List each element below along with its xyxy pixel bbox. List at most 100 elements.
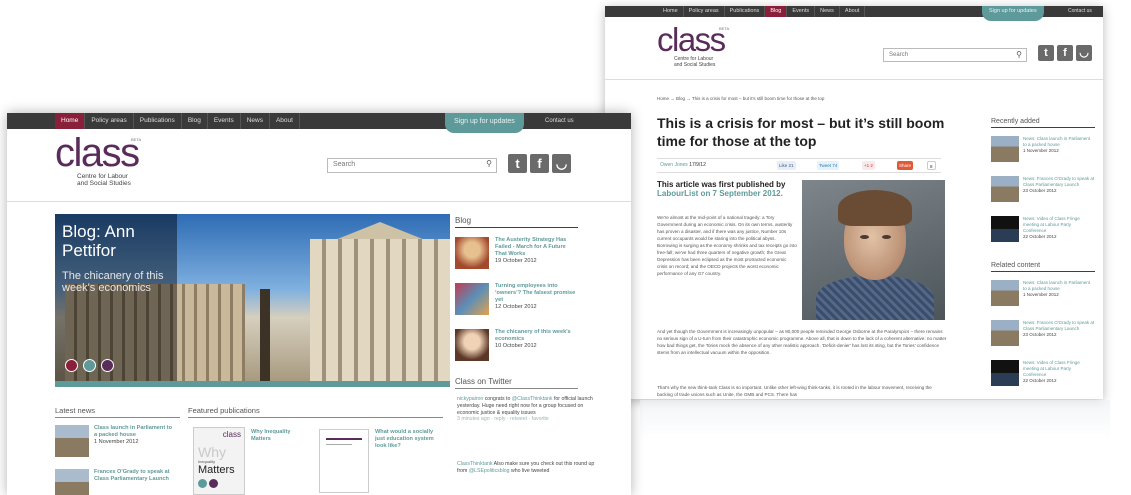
article-paragraph-2: And yet though the Government is increas…: [657, 329, 947, 355]
logo[interactable]: class: [657, 22, 726, 58]
nav-news[interactable]: News: [241, 113, 270, 129]
logo[interactable]: class: [55, 131, 140, 175]
tweet-handle[interactable]: ClassThinktank: [457, 461, 492, 467]
like-label: Like: [779, 163, 788, 168]
tweet-meta[interactable]: 3 minutes ago · reply · retweet · favori…: [457, 416, 597, 423]
search-placeholder: Search: [889, 52, 909, 58]
related-title[interactable]: News: Class launch in Parliament to a pa…: [1023, 280, 1095, 292]
hero-slider[interactable]: Blog: Ann Pettifor The chicanery of this…: [55, 214, 450, 381]
publication-title[interactable]: Why Inequality Matters: [251, 429, 309, 443]
article-byline: Owen Jones 17/9/12 Like 21 Tweet 74 +1 2…: [657, 158, 941, 173]
facebook-icon[interactable]: f: [1057, 45, 1073, 61]
google-plus-button[interactable]: +1 2: [862, 161, 875, 170]
tweet-mention[interactable]: @ClassThinktank: [512, 396, 553, 402]
signup-button[interactable]: Sign up for updates: [445, 113, 524, 133]
twitter-icon[interactable]: t: [1038, 45, 1054, 61]
share-count: 8: [927, 161, 936, 170]
slide-dot-3[interactable]: [101, 359, 114, 372]
share-label: Share: [899, 163, 912, 168]
news-title[interactable]: Frances O'Grady to speak at Class Parlia…: [94, 469, 176, 483]
contact-link[interactable]: Contact us: [545, 113, 574, 129]
nav-about[interactable]: About: [840, 6, 866, 17]
nav-policy-areas[interactable]: Policy areas: [684, 6, 725, 17]
slide-dot-1[interactable]: [65, 359, 78, 372]
home-page-screenshot: Home Policy areas Publications Blog Even…: [7, 113, 631, 495]
search-input[interactable]: Search ⚲: [883, 48, 1027, 62]
related-title[interactable]: News: Frances O'Grady to speak at Class …: [1023, 320, 1095, 332]
author-name[interactable]: Owen Jones 17/9/12: [660, 162, 706, 168]
news-item[interactable]: Class launch in Parliament to a packed h…: [55, 425, 176, 457]
rss-icon[interactable]: ◡: [552, 154, 571, 173]
search-icon[interactable]: ⚲: [1016, 50, 1022, 59]
cover-circle: [198, 479, 207, 488]
blog-item[interactable]: The Austerity Strategy Has Failed - Marc…: [455, 237, 577, 269]
news-item[interactable]: Frances O'Grady to speak at Class Parlia…: [55, 469, 176, 495]
blog-item[interactable]: Turning employees into ‘owners’? The fal…: [455, 283, 577, 315]
like-count: 21: [788, 163, 794, 168]
blog-title[interactable]: Turning employees into ‘owners’? The fal…: [495, 283, 577, 304]
hero-title[interactable]: Blog: Ann Pettifor: [62, 222, 177, 260]
search-icon[interactable]: ⚲: [486, 159, 492, 168]
article-lead: This article was first published by Labo…: [657, 180, 797, 198]
top-navigation-bar: Home Policy areas Publications Blog Even…: [605, 6, 1103, 21]
article-page-screenshot: Home Policy areas Publications Blog Even…: [605, 6, 1103, 399]
hero-caption[interactable]: Blog: Ann Pettifor The chicanery of this…: [55, 214, 177, 381]
recent-item[interactable]: News: Frances O'Grady to speak at Class …: [991, 176, 1095, 202]
publication-title[interactable]: What would a socially just education sys…: [375, 429, 439, 450]
nav-blog[interactable]: Blog: [765, 6, 788, 17]
author-photo: [802, 180, 945, 320]
nav-about[interactable]: About: [270, 113, 300, 129]
facebook-like-button[interactable]: Like 21: [777, 161, 796, 170]
hero-statue: [260, 289, 270, 381]
recent-date: 22 October 2012: [1023, 234, 1057, 239]
tweet-button[interactable]: Tweet 74: [817, 161, 840, 170]
publication-cover[interactable]: class Why Inequality Matters: [193, 427, 245, 495]
related-item[interactable]: News: Frances O'Grady to speak at Class …: [991, 320, 1095, 346]
tweet: ClassThinktank Also make sure you check …: [457, 461, 597, 475]
blog-title[interactable]: The Austerity Strategy Has Failed - Marc…: [495, 237, 577, 258]
publication-cover[interactable]: [319, 429, 369, 493]
blog-author-photo: [455, 329, 489, 361]
plus-label: +1: [864, 163, 870, 168]
nav-publications[interactable]: Publications: [725, 6, 766, 17]
recent-title[interactable]: News: Frances O'Grady to speak at Class …: [1023, 176, 1095, 188]
nav-events[interactable]: Events: [208, 113, 241, 129]
news-title[interactable]: Class launch in Parliament to a packed h…: [94, 425, 176, 439]
twitter-icon[interactable]: t: [508, 154, 527, 173]
nav-events[interactable]: Events: [787, 6, 816, 17]
nav-home[interactable]: Home: [55, 113, 86, 129]
contact-link[interactable]: Contact us: [1068, 6, 1092, 17]
nav-news[interactable]: News: [815, 6, 840, 17]
recent-title[interactable]: News: Video of Class Fringe meeting at L…: [1023, 216, 1095, 234]
author[interactable]: Owen Jones: [660, 162, 688, 168]
share-button[interactable]: Share: [897, 161, 914, 170]
recently-added-heading: Recently added: [991, 118, 1095, 128]
tweet-mention[interactable]: @LSEpoliticsblog: [469, 468, 510, 474]
recent-title[interactable]: News: Class launch in Parliament to a pa…: [1023, 136, 1095, 148]
signup-button[interactable]: Sign up for updates: [982, 6, 1044, 21]
recent-date: 1 November 2012: [1023, 148, 1059, 153]
nav-policy-areas[interactable]: Policy areas: [85, 113, 134, 129]
tweet-handle[interactable]: nickypairon: [457, 396, 483, 402]
tweet: nickypairon congrats to @ClassThinktank …: [457, 396, 597, 423]
breadcrumb[interactable]: Home → Blog → This is a crisis for most …: [657, 96, 824, 101]
blog-item[interactable]: The chicanery of this week's economics 10…: [455, 329, 577, 361]
slide-dot-2[interactable]: [83, 359, 96, 372]
related-item[interactable]: News: Video of Class Fringe meeting at L…: [991, 360, 1095, 386]
search-input[interactable]: Search ⚲: [327, 158, 497, 173]
tweet-count: 74: [832, 163, 838, 168]
nav-publications[interactable]: Publications: [134, 113, 182, 129]
recent-item[interactable]: News: Class launch in Parliament to a pa…: [991, 136, 1095, 162]
blog-author-photo: [455, 237, 489, 269]
nav-home[interactable]: Home: [658, 6, 684, 17]
recent-item[interactable]: News: Video of Class Fringe meeting at L…: [991, 216, 1095, 242]
article-date: 17/9/12: [689, 162, 706, 168]
blog-title[interactable]: The chicanery of this week's economics: [495, 329, 577, 343]
social-links: t f ◡: [1038, 45, 1092, 61]
related-title[interactable]: News: Video of Class Fringe meeting at L…: [1023, 360, 1095, 378]
lead-link[interactable]: LabourList on 7 September 2012.: [657, 189, 783, 198]
rss-icon[interactable]: ◡: [1076, 45, 1092, 61]
related-item[interactable]: News: Class launch in Parliament to a pa…: [991, 280, 1095, 306]
nav-blog[interactable]: Blog: [182, 113, 208, 129]
facebook-icon[interactable]: f: [530, 154, 549, 173]
